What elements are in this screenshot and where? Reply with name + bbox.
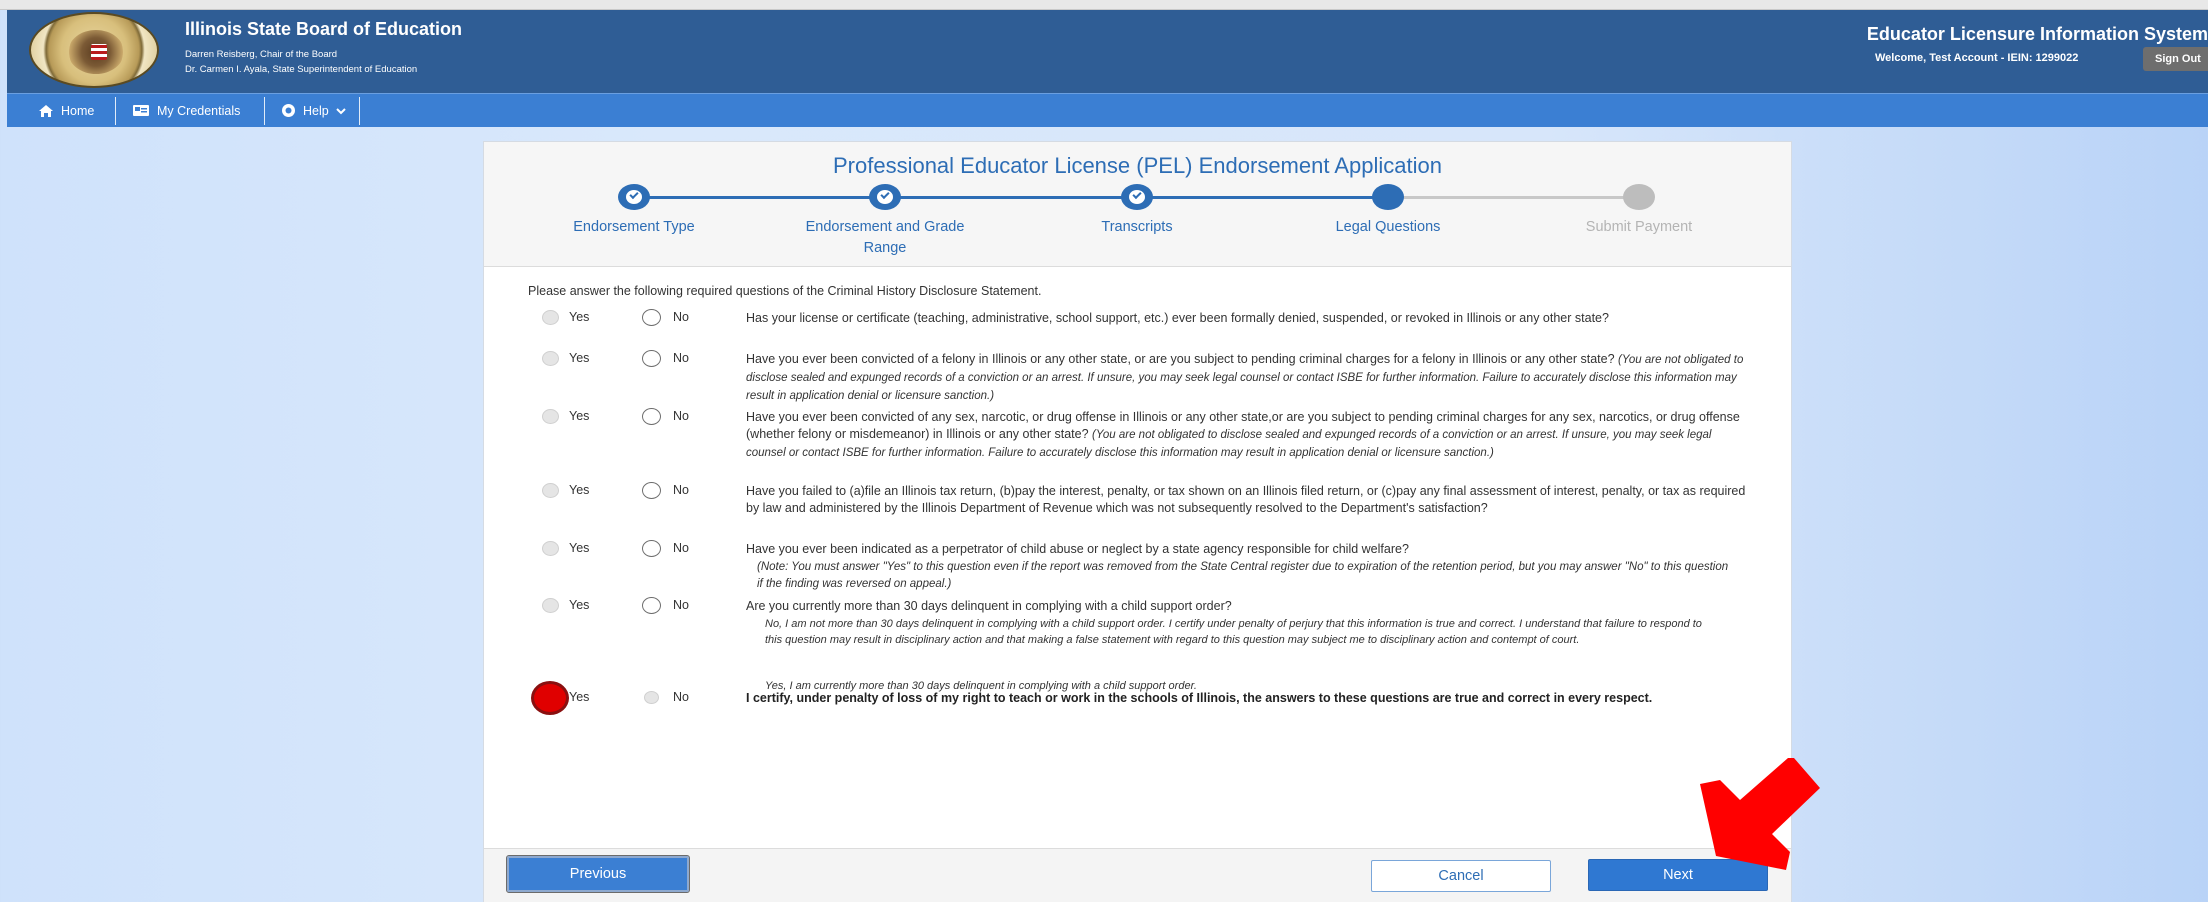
welcome-text: Welcome, Test Account - IEIN: 1299022 — [1875, 52, 2079, 64]
check-icon — [1132, 189, 1142, 200]
certify-yes-label: Yes — [569, 690, 590, 704]
q6-yes-label: Yes — [569, 598, 590, 612]
home-icon — [39, 104, 53, 117]
step-1-label: Endorsement Type — [573, 219, 695, 235]
nav-credentials-label: My Credentials — [157, 103, 241, 118]
q5-note: (Note: You must answer "Yes" to this que… — [757, 561, 1729, 590]
q4-no-label: No — [673, 483, 689, 497]
intro-text: Please answer the following required que… — [528, 284, 1042, 298]
step-3-label: Transcripts — [1101, 219, 1173, 235]
progress-line-complete — [634, 196, 1389, 199]
nav-home[interactable]: Home — [32, 94, 100, 127]
step-3-dot — [1121, 184, 1153, 210]
q1-no-label: No — [673, 310, 689, 324]
q3-yes-radio[interactable] — [542, 409, 559, 424]
q4-text: Have you failed to (a)file an Illinois t… — [746, 484, 1746, 515]
q5-yes-radio[interactable] — [542, 541, 559, 556]
nav-my-credentials[interactable]: My Credentials — [126, 94, 246, 127]
step-2-dot — [869, 184, 901, 210]
q3-no-label: No — [673, 409, 689, 423]
wizard-header: Professional Educator License (PEL) Endo… — [484, 142, 1791, 267]
certify-no-label: No — [673, 690, 689, 704]
check-icon — [880, 189, 890, 200]
step-4-label: Legal Questions — [1335, 219, 1441, 235]
q1-no-radio[interactable] — [642, 309, 661, 326]
q1-text: Has your license or certificate (teachin… — [746, 311, 1609, 325]
q5-text: Have you ever been indicated as a perpet… — [746, 542, 1409, 556]
q5-no-radio[interactable] — [642, 540, 661, 557]
browser-top-strip — [0, 0, 2208, 10]
help-icon — [282, 104, 295, 117]
certification-text: I certify, under penalty of loss of my r… — [746, 691, 1653, 705]
q6-text: Are you currently more than 30 days deli… — [746, 599, 1232, 613]
q6-note-no: No, I am not more than 30 days delinquen… — [765, 618, 1702, 646]
site-header: Illinois State Board of Education Darren… — [7, 10, 2208, 93]
illinois-seal-logo — [29, 12, 159, 88]
progress-line-remaining — [1389, 196, 1639, 199]
card-footer: Previous Cancel Next — [484, 848, 1791, 902]
q3-no-radio[interactable] — [642, 408, 661, 425]
q2-yes-radio[interactable] — [542, 351, 559, 366]
step-2-label: Endorsement and Grade Range — [805, 219, 965, 256]
q3-text-block: Have you ever been convicted of any sex,… — [746, 409, 1746, 462]
chevron-down-icon — [336, 107, 346, 114]
q2-text: Have you ever been convicted of a felony… — [746, 352, 1615, 366]
check-icon — [629, 189, 639, 200]
chair-name: Darren Reisberg, Chair of the Board — [185, 49, 338, 60]
q1-yes-radio[interactable] — [542, 310, 559, 325]
q1-yes-label: Yes — [569, 310, 590, 324]
superintendent-name: Dr. Carmen I. Ayala, State Superintenden… — [185, 64, 418, 75]
page-title: Professional Educator License (PEL) Endo… — [832, 153, 1442, 178]
q4-yes-radio[interactable] — [542, 483, 559, 498]
q6-no-label: No — [673, 598, 689, 612]
q5-yes-label: Yes — [569, 541, 590, 555]
nav-help-label: Help — [303, 103, 329, 118]
annotation-arrow-icon — [1700, 758, 1820, 870]
q2-text-block: Have you ever been convicted of a felony… — [746, 351, 1746, 405]
q2-no-label: No — [673, 351, 689, 365]
system-title: Educator Licensure Information System — [1866, 24, 2208, 44]
cancel-button[interactable]: Cancel — [1371, 860, 1551, 892]
q2-yes-label: Yes — [569, 351, 590, 365]
main-nav: Home My Credentials Help — [7, 93, 2208, 127]
org-title: Illinois State Board of Education — [185, 19, 463, 39]
q5-no-label: No — [673, 541, 689, 555]
certify-no-radio[interactable] — [644, 691, 659, 704]
certify-yes-radio[interactable] — [531, 681, 569, 715]
sign-out-button[interactable]: Sign Out — [2143, 47, 2208, 71]
step-5-dot — [1623, 184, 1655, 210]
q4-yes-label: Yes — [569, 483, 590, 497]
q3-yes-label: Yes — [569, 409, 590, 423]
q6-yes-radio[interactable] — [542, 598, 559, 613]
credentials-icon — [133, 104, 149, 116]
step-4-dot — [1372, 184, 1404, 210]
q4-no-radio[interactable] — [642, 482, 661, 499]
step-1-dot — [618, 184, 650, 210]
application-card: Professional Educator License (PEL) Endo… — [483, 141, 1792, 902]
q6-no-radio[interactable] — [642, 597, 661, 614]
q2-no-radio[interactable] — [642, 350, 661, 367]
nav-home-label: Home — [61, 103, 95, 118]
previous-button[interactable]: Previous — [506, 855, 690, 893]
nav-help[interactable]: Help — [275, 94, 352, 127]
step-5-label: Submit Payment — [1585, 219, 1693, 235]
